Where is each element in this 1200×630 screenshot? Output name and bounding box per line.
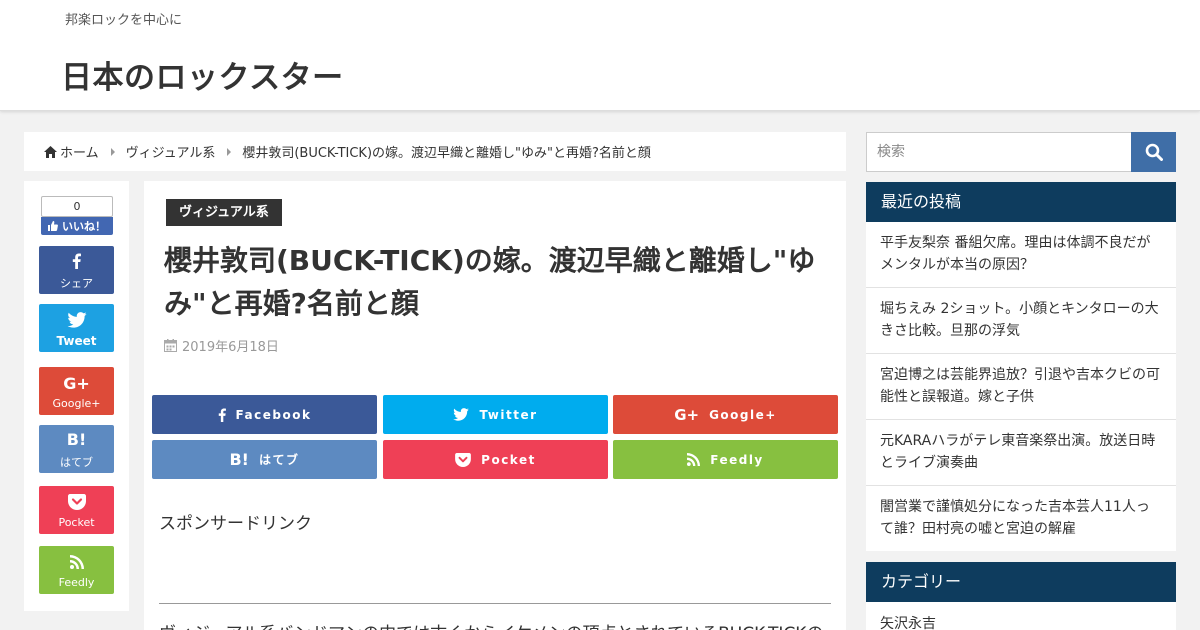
feedly-share-button[interactable]: Feedly	[39, 546, 114, 594]
site-tagline: 邦楽ロックを中心に	[65, 13, 183, 28]
breadcrumb-home-link[interactable]: ホーム	[60, 142, 99, 161]
feedly-wide-label: Feedly	[710, 452, 764, 467]
recent-post-link[interactable]: 宮迫博之は芸能界追放？引退や吉本クビの可能性と誤報道。嫁と子供	[866, 354, 1176, 420]
thumbs-up-icon	[48, 221, 58, 231]
twitter-wide-label: Twitter	[479, 407, 538, 422]
hatena-icon: B!	[229, 450, 249, 469]
article-title: 櫻井敦司(BUCK-TICK)の嫁。渡辺早織と離婚し"ゆみ"と再婚?名前と顔	[164, 244, 816, 320]
facebook-share-wide-button[interactable]: Facebook	[152, 395, 377, 434]
google-plus-share-wide-button[interactable]: G+ Google+	[613, 395, 838, 434]
pocket-share-wide-button[interactable]: Pocket	[383, 440, 608, 479]
sponsored-link-label: スポンサードリンク	[159, 514, 312, 534]
search-button[interactable]	[1131, 132, 1176, 172]
calendar-icon	[164, 339, 177, 352]
content-divider	[159, 603, 831, 604]
pocket-wide-label: Pocket	[481, 452, 536, 467]
breadcrumb-separator-icon	[227, 147, 232, 156]
search-icon	[1145, 143, 1163, 161]
search-input[interactable]	[866, 132, 1131, 172]
twitter-share-label: Tweet	[56, 333, 97, 348]
category-badge[interactable]: ヴィジュアル系	[166, 199, 282, 226]
pocket-share-button[interactable]: Pocket	[39, 486, 114, 534]
site-title[interactable]: 日本のロックスター	[61, 52, 344, 97]
facebook-share-button[interactable]: シェア	[39, 246, 114, 294]
facebook-icon	[72, 250, 81, 272]
like-count: 0	[41, 196, 113, 217]
hatena-share-label: はてブ	[60, 455, 93, 469]
google-plus-icon: G+	[674, 405, 700, 424]
feedly-icon	[69, 551, 84, 573]
hatena-icon: B!	[66, 430, 87, 449]
twitter-icon	[453, 408, 470, 421]
like-label: いいね！	[62, 220, 106, 233]
recent-post-link[interactable]: 平手友梨奈 番組欠席。理由は体調不良だがメンタルが本当の原因？	[866, 222, 1176, 288]
pocket-icon	[455, 452, 472, 467]
facebook-like-widget[interactable]: 0 いいね！	[41, 196, 113, 236]
breadcrumb-current: 櫻井敦司(BUCK-TICK)の嫁。渡辺早織と離婚し"ゆみ"と再婚?名前と顔	[242, 146, 651, 161]
recent-posts-list: 平手友梨奈 番組欠席。理由は体調不良だがメンタルが本当の原因？ 堀ちえみ 2ショ…	[866, 222, 1176, 551]
category-list: 矢沢永吉	[866, 602, 1176, 630]
pocket-share-label: Pocket	[58, 516, 95, 529]
feedly-share-wide-button[interactable]: Feedly	[613, 440, 838, 479]
hatena-wide-label: はてブ	[258, 453, 300, 467]
article-card: ヴィジュアル系 櫻井敦司(BUCK-TICK)の嫁。渡辺早織と離婚し"ゆみ"と再…	[144, 181, 846, 630]
post-date: 2019年6月18日	[164, 336, 279, 355]
hatena-share-wide-button[interactable]: B! はてブ	[152, 440, 377, 479]
post-date-text: 2019年6月18日	[182, 340, 279, 355]
breadcrumb-category-link[interactable]: ヴィジュアル系	[126, 142, 216, 161]
recent-post-link[interactable]: 元KARAハラがテレ東音楽祭出演。放送日時とライブ演奏曲	[866, 420, 1176, 486]
facebook-share-label: シェア	[60, 276, 93, 290]
twitter-icon	[66, 309, 87, 331]
google-plus-icon: G+	[63, 373, 90, 393]
category-heading: カテゴリー	[866, 562, 1176, 602]
article-body-text: ヴィジュアル系バンドマンの中では古くからイケメンの頂点とされているBUCK-TI…	[159, 619, 839, 630]
share-column: 0 いいね！ シェア Tweet G+ Google+ B! はてブ Pocke…	[24, 181, 129, 611]
facebook-icon	[218, 407, 226, 422]
facebook-wide-label: Facebook	[235, 407, 312, 422]
recent-post-link[interactable]: 闇営業で謹慎処分になった吉本芸人11人って誰？田村亮の嘘と宮迫の解雇	[866, 486, 1176, 551]
google-plus-share-button[interactable]: G+ Google+	[39, 367, 114, 415]
recent-post-link[interactable]: 堀ちえみ 2ショット。小顔とキンタローの大きさ比較。旦那の浮気	[866, 288, 1176, 354]
feedly-icon	[687, 453, 701, 466]
site-header: 邦楽ロックを中心に 日本のロックスター	[0, 0, 1200, 111]
breadcrumb-separator-icon	[110, 147, 115, 156]
twitter-share-wide-button[interactable]: Twitter	[383, 395, 608, 434]
home-icon	[44, 145, 57, 158]
feedly-share-label: Feedly	[58, 576, 95, 589]
twitter-share-button[interactable]: Tweet	[39, 304, 114, 352]
google-plus-wide-label: Google+	[709, 407, 777, 422]
google-plus-share-label: Google+	[52, 397, 101, 410]
search-form	[866, 132, 1176, 172]
hatena-share-button[interactable]: B! はてブ	[39, 425, 114, 473]
pocket-icon	[67, 491, 86, 513]
category-link[interactable]: 矢沢永吉	[866, 602, 1176, 630]
like-button[interactable]: いいね！	[41, 217, 113, 235]
recent-posts-heading: 最近の投稿	[866, 182, 1176, 222]
breadcrumb: ホーム ヴィジュアル系 櫻井敦司(BUCK-TICK)の嫁。渡辺早織と離婚し"ゆ…	[24, 132, 846, 171]
